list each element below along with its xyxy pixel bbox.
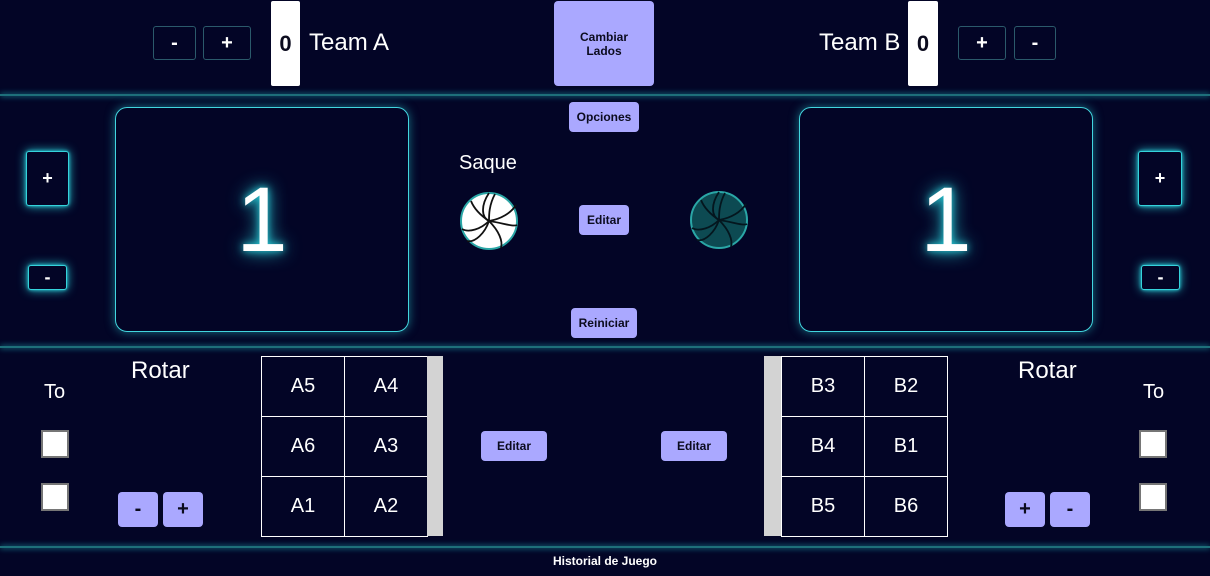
right-rotation-grid: B3 B2 B4 B1 B5 B6 (781, 356, 948, 537)
right-position-cell[interactable]: B4 (782, 417, 865, 477)
right-position-cell[interactable]: B5 (782, 477, 865, 537)
left-rotate-plus-button[interactable]: + (163, 492, 203, 527)
middle-divider (0, 346, 1210, 348)
right-score-plus-button[interactable]: + (1138, 151, 1182, 206)
historial-de-juego-link[interactable]: Historial de Juego (0, 549, 1210, 573)
left-net-bar (427, 356, 443, 536)
left-to-label: To (44, 381, 66, 403)
left-timeout-checkbox-2[interactable] (41, 483, 69, 511)
right-to-label: To (1143, 381, 1165, 403)
right-net-bar (764, 356, 781, 536)
team-b-name[interactable]: Team B (819, 26, 900, 60)
left-score: 1 (236, 168, 288, 271)
right-score-panel[interactable]: 1 (799, 107, 1093, 332)
team-a-sets-minus-button[interactable]: - (153, 26, 196, 60)
left-score-panel[interactable]: 1 (115, 107, 409, 332)
right-rotate-plus-button[interactable]: + (1005, 492, 1045, 527)
right-position-cell[interactable]: B2 (865, 357, 948, 417)
right-score-minus-button[interactable]: - (1141, 265, 1180, 290)
top-divider (0, 94, 1210, 96)
right-rotar-label: Rotar (1018, 357, 1077, 384)
left-score-minus-button[interactable]: - (28, 265, 67, 290)
team-b-sets-minus-button[interactable]: - (1014, 26, 1056, 60)
right-position-cell[interactable]: B6 (865, 477, 948, 537)
left-rotar-label: Rotar (131, 357, 190, 384)
left-position-cell[interactable]: A3 (345, 417, 428, 477)
saque-label: Saque (459, 152, 517, 174)
team-b-sets-plus-button[interactable]: + (958, 26, 1006, 60)
left-rotate-minus-button[interactable]: - (118, 492, 158, 527)
team-a-sets-plus-button[interactable]: + (203, 26, 251, 60)
left-score-plus-button[interactable]: + (26, 151, 69, 206)
reiniciar-button[interactable]: Reiniciar (571, 308, 637, 338)
cambiar-lados-label: Cambiar Lados (579, 29, 629, 58)
left-serve-ball-icon[interactable] (459, 191, 519, 251)
right-score: 1 (920, 168, 972, 271)
left-edit-lineup-button[interactable]: Editar (481, 431, 547, 461)
editar-serve-button[interactable]: Editar (579, 205, 629, 235)
left-position-cell[interactable]: A5 (262, 357, 345, 417)
right-serve-ball-icon[interactable] (689, 190, 749, 250)
bottom-divider (0, 546, 1210, 548)
opciones-button[interactable]: Opciones (569, 102, 639, 132)
left-position-cell[interactable]: A4 (345, 357, 428, 417)
right-edit-lineup-button[interactable]: Editar (661, 431, 727, 461)
right-timeout-checkbox-2[interactable] (1139, 483, 1167, 511)
team-b-sets-count: 0 (908, 1, 938, 86)
left-position-cell[interactable]: A6 (262, 417, 345, 477)
left-position-cell[interactable]: A1 (262, 477, 345, 537)
team-a-name[interactable]: Team A (309, 26, 389, 60)
cambiar-lados-button[interactable]: Cambiar Lados (554, 1, 654, 86)
left-position-cell[interactable]: A2 (345, 477, 428, 537)
right-position-cell[interactable]: B3 (782, 357, 865, 417)
right-position-cell[interactable]: B1 (865, 417, 948, 477)
right-rotate-minus-button[interactable]: - (1050, 492, 1090, 527)
team-a-sets-count: 0 (271, 1, 300, 86)
left-timeout-checkbox-1[interactable] (41, 430, 69, 458)
left-rotation-grid: A5 A4 A6 A3 A1 A2 (261, 356, 428, 537)
right-timeout-checkbox-1[interactable] (1139, 430, 1167, 458)
